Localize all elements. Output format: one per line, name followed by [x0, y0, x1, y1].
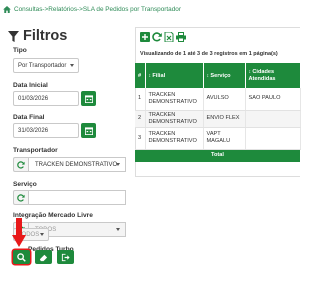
servico-cell: ENVIO FLEX — [203, 110, 246, 128]
refresh-icon[interactable] — [152, 29, 162, 42]
filial-cell: TRACKEN DEMONSTRATIVO — [145, 88, 204, 111]
filial-cell: TRACKEN DEMONSTRATIVO — [145, 127, 204, 150]
results-table: # ↕ Filial ↕ Serviço ↕ Cidades Atendidas… — [135, 63, 301, 162]
column-header-filial[interactable]: ↕ Filial — [145, 63, 204, 88]
row-number: 2 — [135, 110, 146, 128]
total-label: Total — [135, 149, 300, 162]
print-icon[interactable] — [176, 29, 186, 42]
table-header-row: # ↕ Filial ↕ Serviço ↕ Cidades Atendidas — [135, 63, 301, 88]
tipo-select[interactable]: Por Transportador — [13, 58, 79, 73]
table-total-row: Total — [135, 149, 300, 162]
export-button[interactable] — [57, 250, 74, 264]
data-final-label: Data Final — [13, 114, 45, 121]
data-inicial-label: Data Inicial — [13, 82, 48, 89]
column-header-index[interactable]: # — [135, 63, 146, 88]
red-arrow-annotation — [12, 218, 26, 247]
export-icon — [61, 253, 70, 261]
transportador-value: TRACKEN DEMONSTRATIVO — [35, 161, 118, 168]
filter-icon — [8, 30, 19, 42]
servico-cell: VAPT MAGALU — [203, 127, 246, 150]
eraser-icon — [39, 254, 48, 261]
data-final-input[interactable]: 31/03/2026 — [13, 123, 79, 138]
chevron-down-icon — [40, 233, 44, 236]
data-inicial-value: 01/03/2026 — [18, 95, 49, 102]
refresh-icon — [17, 160, 25, 169]
servico-select[interactable] — [28, 190, 126, 205]
chevron-down-icon — [70, 64, 74, 67]
tipo-value: Por Transportador — [18, 62, 67, 69]
tipo-label: Tipo — [13, 47, 27, 54]
breadcrumb-text[interactable]: Consultas->Relatórios->SLA de Pedidos po… — [14, 6, 181, 13]
cidade-cell: SAO PAULO — [245, 88, 301, 111]
column-header-cidades[interactable]: ↕ Cidades Atendidas — [245, 63, 301, 88]
row-number: 1 — [135, 88, 146, 111]
transportador-select[interactable]: TRACKEN DEMONSTRATIVO — [28, 157, 126, 172]
search-button[interactable] — [13, 250, 30, 264]
data-inicial-input[interactable]: 01/03/2026 — [13, 91, 79, 106]
refresh-icon — [17, 193, 25, 202]
table-row[interactable]: 1 TRACKEN DEMONSTRATIVO AVULSO SAO PAULO — [135, 88, 301, 111]
filters-title-text: Filtros — [23, 28, 68, 44]
transportador-label: Transportador — [13, 147, 58, 154]
table-row[interactable]: 2 TRACKEN DEMONSTRATIVO ENVIO FLEX — [135, 110, 301, 128]
records-info: Visualizando de 1 até 3 de 3 registros e… — [140, 51, 278, 57]
chevron-down-icon — [116, 163, 120, 166]
column-header-servico[interactable]: ↕ Serviço — [203, 63, 246, 88]
row-number: 3 — [135, 127, 146, 150]
cidade-cell — [245, 127, 301, 150]
home-icon[interactable] — [3, 5, 11, 13]
filters-title: Filtros — [8, 28, 67, 44]
servico-label: Serviço — [13, 181, 37, 188]
chevron-down-icon — [116, 228, 120, 231]
cidade-cell — [245, 110, 301, 128]
excel-icon[interactable] — [164, 29, 174, 43]
calendar-button-final[interactable] — [81, 123, 96, 138]
search-icon — [17, 252, 26, 262]
table-row[interactable]: 3 TRACKEN DEMONSTRATIVO VAPT MAGALU — [135, 127, 301, 150]
calendar-icon — [84, 126, 93, 135]
transportador-refresh-button[interactable] — [13, 157, 28, 172]
add-icon[interactable] — [140, 29, 150, 42]
servico-cell: AVULSO — [203, 88, 246, 111]
clear-button[interactable] — [35, 250, 52, 264]
filial-cell: TRACKEN DEMONSTRATIVO — [145, 110, 204, 128]
calendar-button-inicial[interactable] — [81, 91, 96, 106]
calendar-icon — [84, 94, 93, 103]
servico-refresh-button[interactable] — [13, 190, 28, 205]
breadcrumb: Consultas->Relatórios->SLA de Pedidos po… — [3, 3, 181, 15]
data-final-value: 31/03/2026 — [18, 127, 49, 134]
results-toolbar — [140, 29, 186, 43]
